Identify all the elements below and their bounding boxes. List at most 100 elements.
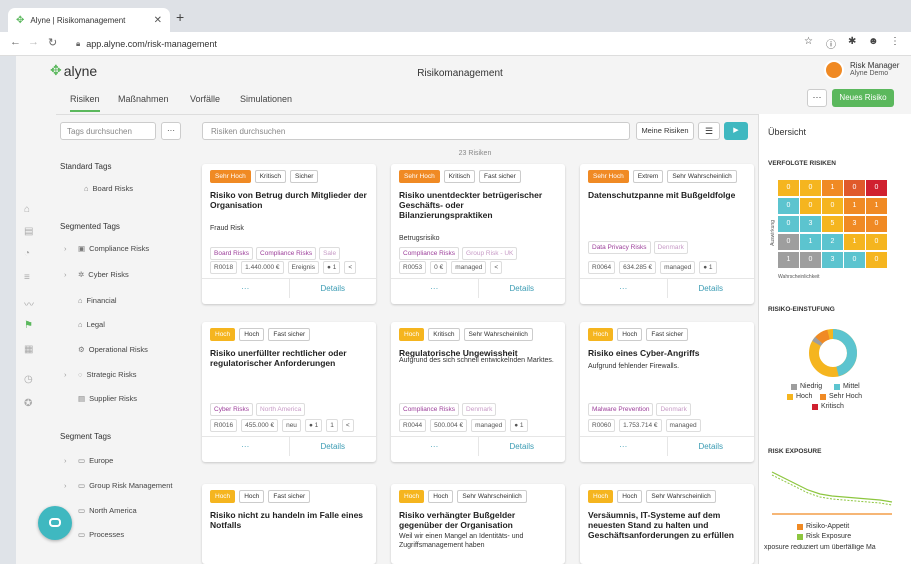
new-risk-button[interactable]: Neues Risiko [832,89,894,107]
heatmap-cell[interactable]: 2 [822,234,843,250]
heatmap-cell[interactable]: 5 [822,216,843,232]
card-more-button[interactable]: ··· [202,437,290,456]
alyne-logo[interactable]: ✥ alyne [50,62,97,79]
heatmap-cell[interactable]: 0 [844,180,865,196]
details-button[interactable]: Details [668,437,755,456]
tag-board-risks[interactable]: ⌂ Board Risks [70,184,133,193]
tag-legal[interactable]: ⌂ Legal [64,320,105,329]
risk-title[interactable]: Risiko unentdeckter betrügerischer Gesch… [399,190,557,220]
star-icon[interactable]: ✪ [24,398,32,409]
risk-title[interactable]: Risiko verhängter Bußgelder gegenüber de… [399,510,557,530]
pie-chart-icon[interactable]: ◔ [24,248,30,259]
heatmap-cell[interactable]: 0 [778,198,799,214]
clock-icon[interactable]: ◷ [24,374,33,385]
bookmark-star-icon[interactable]: ☆ [804,36,813,47]
tag-chip[interactable]: Denmark [656,403,691,416]
chevron-right-icon[interactable]: › [64,481,70,490]
tag-chip[interactable]: Compliance Risks [399,247,460,260]
heatmap-cell[interactable]: 1 [844,234,865,250]
tag-strategic-risks[interactable]: › ◌ Strategic Risks [64,370,136,379]
risk-title[interactable]: Risiko unerfüllter rechtlicher oder regu… [210,348,368,368]
tag-chip[interactable]: North America [256,403,306,416]
heatmap-cell[interactable]: 3 [822,252,843,268]
heatmap-cell[interactable]: 0 [778,216,799,232]
risk-card[interactable]: Hoch Hoch Fast sicher Risiko nicht zu hande… [202,484,376,564]
risk-card[interactable]: Hoch Kritisch Sehr Wahrscheinlich Regulator… [391,322,565,462]
tag-more-button[interactable]: ··· [161,122,181,140]
chat-button[interactable] [38,506,72,540]
risk-card[interactable]: Hoch Hoch Fast sicher Risiko unerfüllter re… [202,322,376,462]
tag-chip[interactable]: Denmark [462,403,497,416]
url-field[interactable]: 🔒︎ app.alyne.com/risk-management [76,35,756,53]
heatmap-cell[interactable]: 1 [800,234,821,250]
tag-north-america[interactable]: ▭ North America [64,506,137,515]
profile-icon[interactable]: ☻ [868,36,879,47]
tag-chip[interactable]: Cyber Risks [210,403,254,416]
chevron-right-icon[interactable]: › [64,370,70,379]
back-icon[interactable]: ← [10,36,21,48]
chevron-right-icon[interactable]: › [64,244,70,253]
heatmap-cell[interactable]: 0 [844,252,865,268]
risk-card[interactable]: Hoch Hoch Sehr Wahrscheinlich Risiko verhän… [391,484,565,564]
my-risks-button[interactable]: Meine Risiken [636,122,694,140]
tag-chip[interactable]: Sale [319,247,341,260]
heatmap-cell[interactable]: 0 [800,180,821,196]
browser-tab[interactable]: ✥ Alyne | Risikomanagement ✕ [8,8,170,32]
tag-europe[interactable]: › ▭ Europe [64,456,113,465]
play-icon[interactable]: ▶ [724,122,748,140]
details-button[interactable]: Details [290,279,377,298]
details-button[interactable]: Details [290,437,377,456]
browser-menu-icon[interactable]: ⋮ [890,36,900,47]
risk-card[interactable]: Sehr Hoch Kritisch Fast sicher Risiko unent… [391,164,565,304]
document-icon[interactable]: ▤ [24,226,33,237]
tag-search-input[interactable]: Tags durchsuchen [60,122,156,140]
trend-icon[interactable]: 〰 [24,296,34,311]
chevron-right-icon[interactable]: › [64,270,70,279]
close-tab-icon[interactable]: ✕ [154,15,162,26]
risk-title[interactable]: Datenschutzpanne mit Bußgeldfolge [588,190,746,200]
tag-chip[interactable]: Board Risks [210,247,254,260]
puzzle-icon[interactable]: ✱ [848,36,856,47]
tag-group-risk-management[interactable]: › ▭ Group Risk Management [64,481,172,490]
tag-processes[interactable]: ▭ Processes [64,530,124,539]
details-button[interactable]: Details [668,279,755,298]
heatmap-cell[interactable]: 0 [800,252,821,268]
grid-icon[interactable]: ▦ [24,344,33,355]
tag-cyber-risks[interactable]: › ✲ Cyber Risks [64,270,129,279]
heatmap-cell[interactable]: 0 [866,180,887,196]
heatmap-cell[interactable]: 0 [866,252,887,268]
risk-card[interactable]: Hoch Hoch Fast sicher Risiko eines Cyber-An… [580,322,754,462]
risk-title[interactable]: Risiko von Betrug durch Mitglieder der O… [210,190,368,210]
heatmap-cell[interactable]: 0 [800,198,821,214]
tag-chip[interactable]: Data Privacy Risks [588,241,651,254]
tab-risiken[interactable]: Risiken [70,94,100,112]
tag-chip[interactable]: Compliance Risks [256,247,317,260]
home-icon[interactable]: ⌂ [24,204,30,215]
card-more-button[interactable]: ··· [202,279,290,298]
more-button[interactable]: ··· [807,89,827,107]
heatmap-cell[interactable]: 3 [844,216,865,232]
filter-icon[interactable]: ☰ [698,122,720,140]
heatmap-cell[interactable]: 0 [866,216,887,232]
card-more-button[interactable]: ··· [580,279,668,298]
tag-compliance-risks[interactable]: › ▣ Compliance Risks [64,244,149,253]
heatmap-cell[interactable]: 0 [866,234,887,250]
details-button[interactable]: Details [479,279,566,298]
flag-icon[interactable]: ⚑ [24,320,33,331]
card-more-button[interactable]: ··· [391,279,479,298]
reload-icon[interactable]: ↻ [48,36,57,49]
heatmap-cell[interactable]: 3 [800,216,821,232]
checklist-icon[interactable]: ≡ [24,272,30,283]
tag-operational-risks[interactable]: ⚙ Operational Risks [64,345,148,354]
tag-chip[interactable]: Malware Prevention [588,403,654,416]
risk-title[interactable]: Risiko eines Cyber-Angriffs [588,348,746,358]
tab-massnahmen[interactable]: Maßnahmen [118,94,169,104]
risk-exposure-chart[interactable] [770,464,900,524]
tag-chip[interactable]: Compliance Risks [399,403,460,416]
forward-icon[interactable]: → [28,36,39,48]
risk-title[interactable]: Versäumnis, IT-Systeme auf dem neuesten … [588,510,746,540]
heatmap-cell[interactable]: 1 [778,252,799,268]
heatmap-cell[interactable]: 1 [844,198,865,214]
card-more-button[interactable]: ··· [580,437,668,456]
heatmap-cell[interactable]: 0 [778,234,799,250]
